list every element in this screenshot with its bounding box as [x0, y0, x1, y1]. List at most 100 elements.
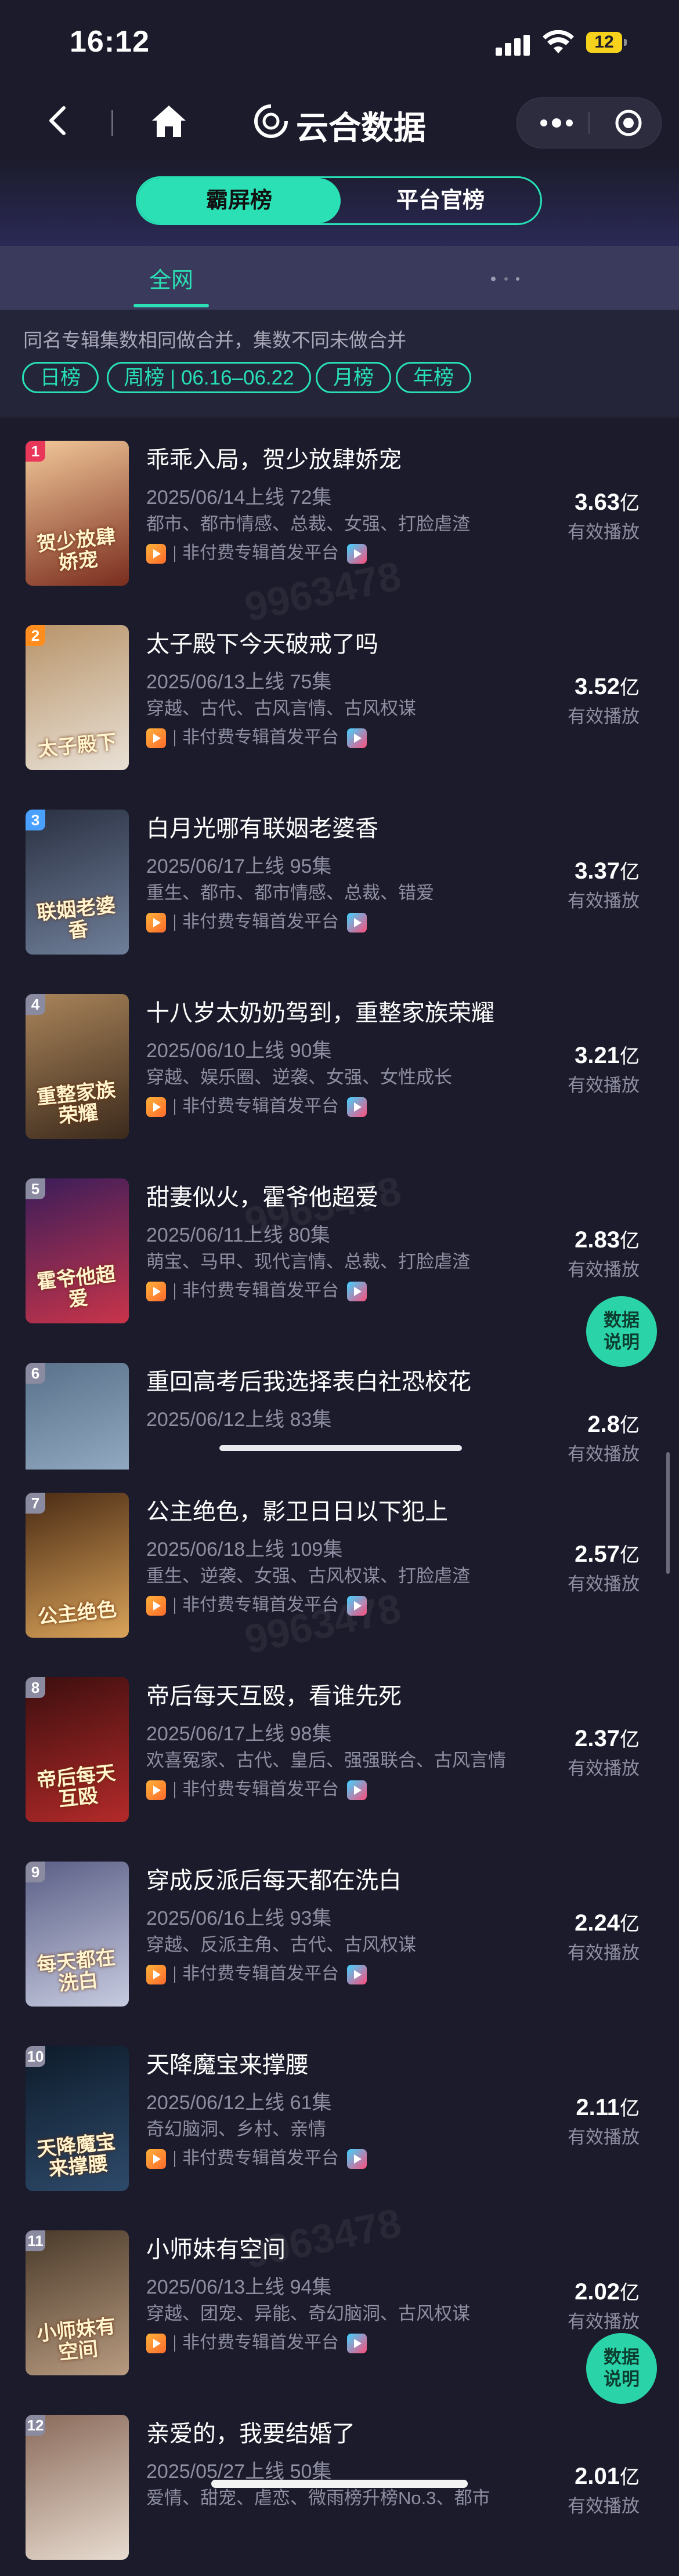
platform-divider	[174, 1967, 175, 1983]
scope-tabs: 全网	[0, 246, 679, 310]
drama-cover[interactable]: 5 霍爷他超爱	[26, 1178, 129, 1323]
platform-app-icon	[347, 2334, 367, 2354]
chip-weekly[interactable]: 周榜 | 06.16–06.22	[107, 362, 311, 393]
drama-cover[interactable]: 12	[26, 2415, 129, 2560]
capsule-divider	[588, 112, 590, 134]
drama-title[interactable]: 十八岁太奶奶驾到，重整家族荣耀	[146, 994, 494, 1028]
genre-tags: 欢喜冤家、古代、皇后、强强联合、古风言情	[146, 1750, 506, 1770]
drama-cover[interactable]: 1 贺少放肆娇宠	[26, 441, 129, 586]
drama-title[interactable]: 太子殿下今天破戒了吗	[146, 625, 378, 659]
home-icon[interactable]	[150, 103, 188, 139]
tab-all-network[interactable]: 全网	[133, 262, 209, 294]
platform-info: 非付费专辑首发平台	[146, 1091, 367, 1118]
genre-tags: 重生、逆袭、女强、古风权谋、打脸虐渣	[146, 1566, 470, 1586]
platform-divider	[174, 1598, 175, 1614]
play-count: 3.52亿	[575, 672, 640, 700]
play-count-label: 有效播放	[568, 1943, 640, 1963]
more-icon[interactable]	[538, 114, 575, 132]
drama-title[interactable]: 公主绝色，影卫日日以下犯上	[146, 1493, 448, 1526]
cover-title: 帝后每天互殴	[35, 1761, 117, 1812]
tab-platform-ranking[interactable]: 平台官榜	[341, 178, 540, 223]
platform-divider	[174, 2335, 175, 2352]
list-item[interactable]: 3 联姻老婆香 白月光哪有联姻老婆香 2025/06/17上线 95集 重生、都市、都市…	[0, 786, 679, 971]
platform-app-icon	[146, 1780, 166, 1801]
cover-title: 霍爷他超爱	[35, 1262, 117, 1312]
platform-label: 非付费专辑首发平台	[182, 2333, 339, 2352]
rank-badge: 2	[26, 625, 45, 646]
play-count-label: 有效播放	[568, 1260, 640, 1280]
drama-cover[interactable]: 8 帝后每天互殴	[26, 1677, 129, 1822]
drama-title[interactable]: 帝后每天互殴，看谁先死	[146, 1677, 402, 1711]
data-explanation-button[interactable]: 数据说明	[586, 1296, 657, 1367]
chip-yearly[interactable]: 年榜	[396, 362, 471, 393]
play-count-number: 3.21	[575, 1043, 620, 1068]
platform-app-icon	[347, 1097, 367, 1118]
play-count: 2.83亿	[575, 1225, 640, 1253]
genre-tags: 萌宝、马甲、现代言情、总裁、打脸虐渣	[146, 1251, 470, 1272]
drama-title[interactable]: 穿成反派后每天都在洗白	[146, 1862, 402, 1895]
cover-title: 小师妹有空间	[35, 2314, 117, 2365]
release-info: 2025/06/17上线 95集	[146, 855, 332, 877]
drama-cover[interactable]: 2 太子殿下	[26, 625, 129, 770]
cover-title: 天降魔宝来撑腰	[35, 2130, 117, 2182]
play-count-number: 2.01	[575, 2463, 620, 2489]
list-item[interactable]: 10 天降魔宝来撑腰 天降魔宝来撑腰 2025/06/12上线 61集 奇幻脑洞、乡村、…	[0, 2023, 679, 2207]
close-miniprogram-icon[interactable]	[615, 109, 642, 137]
platform-app-icon	[146, 1596, 166, 1616]
home-indicator[interactable]	[211, 2480, 468, 2488]
platform-info: 非付费专辑首发平台	[146, 723, 367, 749]
chip-daily[interactable]: 日榜	[22, 362, 99, 393]
merge-note: 同名专辑集数相同做合并，集数不同未做合并	[23, 329, 406, 351]
platform-app-icon	[146, 2149, 166, 2169]
play-count-label: 有效播放	[568, 706, 640, 727]
genre-tags: 都市、都市情感、总裁、女强、打脸虐渣	[146, 514, 470, 534]
play-count-label: 有效播放	[568, 2312, 640, 2332]
drama-cover[interactable]: 10 天降魔宝来撑腰	[26, 2046, 129, 2191]
loading-dots-icon	[491, 277, 519, 281]
play-count: 2.11亿	[576, 2092, 640, 2121]
chip-monthly[interactable]: 月榜	[316, 362, 391, 393]
drama-cover[interactable]: 11 小师妹有空间	[26, 2230, 129, 2375]
play-count-unit: 亿	[620, 861, 640, 883]
drama-title[interactable]: 乖乖入局，贺少放肆娇宠	[146, 441, 402, 474]
play-count-number: 3.37	[575, 858, 620, 884]
platform-divider	[174, 730, 175, 747]
list-item[interactable]: 9 每天都在洗白 穿成反派后每天都在洗白 2025/06/16上线 93集 穿越、反派主…	[0, 1838, 679, 2023]
drama-cover[interactable]: 4 重整家族荣耀	[26, 994, 129, 1139]
platform-divider	[174, 546, 175, 563]
release-info: 2025/06/14上线 72集	[146, 487, 332, 509]
platform-app-icon	[146, 544, 166, 564]
release-info: 2025/06/13上线 75集	[146, 671, 332, 693]
platform-app-icon	[146, 913, 166, 933]
platform-divider	[174, 2151, 175, 2168]
play-count-unit: 亿	[620, 1046, 640, 1068]
platform-divider	[174, 1283, 175, 1300]
list-item[interactable]: 4 重整家族荣耀 十八岁太奶奶驾到，重整家族荣耀 2025/06/10上线 90集 穿越…	[0, 971, 679, 1155]
list-item[interactable]: 8 帝后每天互殴 帝后每天互殴，看谁先死 2025/06/17上线 98集 欢喜冤家、古…	[0, 1654, 679, 1838]
drama-cover[interactable]: 9 每天都在洗白	[26, 1862, 129, 2007]
release-info: 2025/06/16上线 93集	[146, 1907, 332, 1929]
drama-cover[interactable]: 3 联姻老婆香	[26, 810, 129, 955]
drama-title[interactable]: 亲爱的，我要结婚了	[146, 2415, 355, 2448]
platform-app-icon	[146, 1097, 166, 1118]
rank-badge: 12	[26, 2415, 45, 2436]
data-explanation-button[interactable]: 数据说明	[586, 2333, 657, 2404]
cover-title: 每天都在洗白	[35, 1946, 117, 1996]
drama-cover[interactable]: 6	[26, 1363, 129, 1470]
cover-title: 公主绝色	[37, 1598, 118, 1629]
play-count-label: 有效播放	[568, 522, 640, 542]
play-count-label: 有效播放	[568, 2127, 640, 2147]
scrollbar[interactable]	[666, 1452, 670, 1574]
drama-title[interactable]: 重回高考后我选择表白社恐校花	[146, 1363, 471, 1396]
drama-title[interactable]: 天降魔宝来撑腰	[146, 2046, 309, 2080]
rank-badge: 11	[26, 2230, 45, 2251]
tab-screen-ranking[interactable]: 霸屏榜	[138, 178, 341, 223]
drama-cover[interactable]: 7 公主绝色	[26, 1493, 129, 1638]
genre-tags: 穿越、团宠、异能、奇幻脑洞、古风权谋	[146, 2303, 470, 2324]
play-count-number: 2.8	[587, 1412, 620, 1437]
tab-active-indicator	[133, 304, 209, 307]
drama-title[interactable]: 白月光哪有联姻老婆香	[146, 810, 378, 843]
back-icon[interactable]	[42, 103, 77, 138]
platform-divider	[174, 1782, 175, 1799]
list-item[interactable]: 2 太子殿下 太子殿下今天破戒了吗 2025/06/13上线 75集 穿越、古代、古风言…	[0, 602, 679, 786]
